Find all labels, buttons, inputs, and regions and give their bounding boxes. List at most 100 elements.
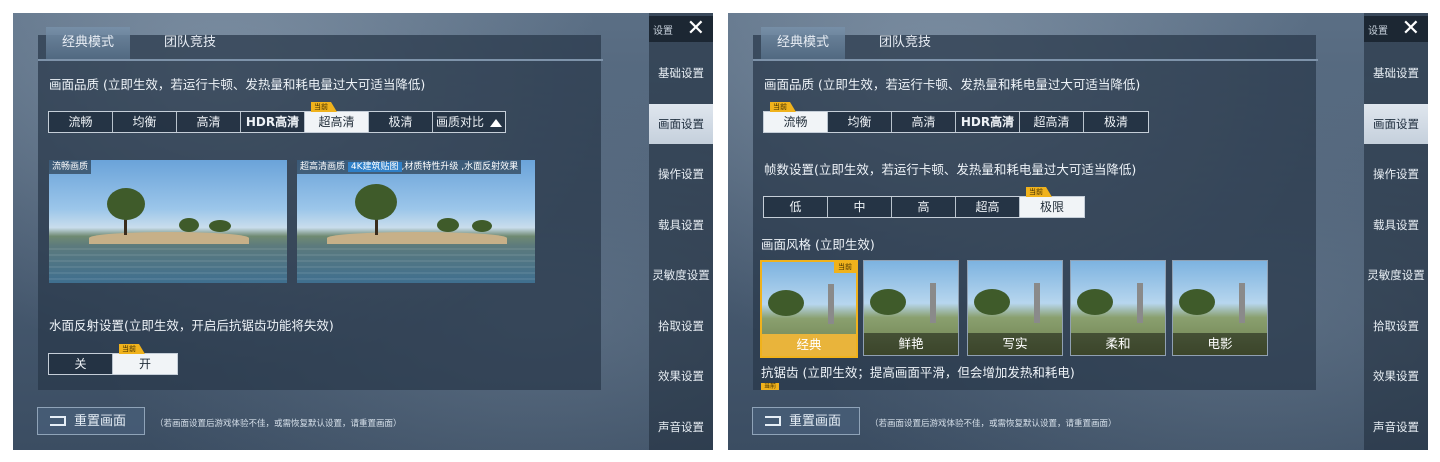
reset-label: 重置画面: [789, 414, 842, 429]
current-badge: 当前: [1026, 187, 1052, 197]
sidebar-item-sensitivity[interactable]: 灵敏度设置: [649, 255, 713, 295]
fps-option-extreme[interactable]: 当前 极限: [1020, 187, 1084, 217]
reset-graphics-button[interactable]: 重置画面: [37, 407, 145, 435]
quality-option-extreme[interactable]: 极清: [1084, 112, 1148, 132]
style-card-vivid[interactable]: 鲜艳: [863, 260, 959, 356]
quality-option-smooth[interactable]: 流畅: [49, 112, 113, 132]
settings-screen-left: 经典模式 团队竞技 画面品质 (立即生效，若运行卡顿、发热量和耗电量过大可适当降…: [13, 13, 713, 450]
quality-segmented-control: 当前 流畅 均衡 高清 HDR高清 超高清 极清: [763, 102, 1149, 133]
fps-option-label: 极限: [1039, 200, 1064, 214]
fps-option-high[interactable]: 高: [892, 197, 956, 217]
quality-option-label: 流畅: [783, 115, 808, 129]
style-name: 经典: [762, 334, 856, 356]
fps-option-medium[interactable]: 中: [828, 197, 892, 217]
preview-caption-highlight: 4K建筑贴图: [347, 162, 402, 172]
sidebar-item-pickup[interactable]: 拾取设置: [1364, 306, 1428, 346]
sidebar-item-basic[interactable]: 基础设置: [649, 53, 713, 93]
water-option-label: 开: [138, 357, 151, 371]
style-card-classic[interactable]: 当前 经典: [760, 260, 858, 358]
settings-sidebar: 设置 ✕ 基础设置 画面设置 操作设置 载具设置 灵敏度设置 拾取设置 效果设置…: [649, 13, 713, 450]
quality-option-balanced[interactable]: 均衡: [828, 112, 892, 132]
settings-label: 设置: [1368, 26, 1388, 37]
reset-note: （若画面设置后游戏体验不佳，或需恢复默认设置，请重置画面）: [155, 419, 402, 429]
settings-sidebar: 设置 ✕ 基础设置 画面设置 操作设置 载具设置 灵敏度设置 拾取设置 效果设置…: [1364, 13, 1428, 450]
sidebar-item-effects[interactable]: 效果设置: [1364, 356, 1428, 396]
triangle-up-icon: [490, 118, 502, 127]
sidebar-item-graphics[interactable]: 画面设置: [649, 104, 713, 144]
quality-option-ultra[interactable]: 当前 超高清: [305, 102, 369, 132]
close-button[interactable]: 设置 ✕: [1364, 16, 1428, 42]
style-name: 鲜艳: [864, 333, 958, 355]
quality-segmented-control: 流畅 均衡 高清 HDR高清 当前 超高清 极清 画质对比: [48, 102, 506, 133]
preview-caption-extra: ,材质特性升级 ,水面反射效果: [401, 162, 519, 172]
close-icon: ✕: [1401, 16, 1420, 41]
sidebar-item-sound[interactable]: 声音设置: [649, 407, 713, 447]
quality-option-extreme[interactable]: 极清: [369, 112, 433, 132]
preview-caption: 流畅画质: [49, 160, 92, 174]
sidebar-item-sound[interactable]: 声音设置: [1364, 407, 1428, 447]
reset-note: （若画面设置后游戏体验不佳，或需恢复默认设置，请重置画面）: [870, 419, 1117, 429]
tab-team[interactable]: 团队竞技: [879, 27, 931, 59]
current-badge: 当前: [761, 383, 780, 390]
quality-compare-label: 画质对比: [435, 115, 484, 129]
reset-label: 重置画面: [74, 414, 127, 429]
sidebar-item-vehicle[interactable]: 载具设置: [1364, 205, 1428, 245]
sidebar-item-graphics[interactable]: 画面设置: [1364, 104, 1428, 144]
quality-option-hdr[interactable]: HDR高清: [956, 112, 1020, 132]
fps-option-ultra[interactable]: 超高: [956, 197, 1020, 217]
quality-option-hd[interactable]: 高清: [892, 112, 956, 132]
close-icon: ✕: [686, 16, 705, 41]
style-name: 电影: [1173, 333, 1267, 355]
current-badge: 当前: [834, 262, 856, 273]
fps-segmented-control: 低 中 高 超高 当前 极限: [763, 187, 1085, 218]
preview-caption: 超高清画质 4K建筑贴图 ,材质特性升级 ,水面反射效果: [297, 160, 522, 174]
style-name: 写实: [968, 333, 1062, 355]
preview-smooth: 流畅画质: [49, 160, 287, 283]
preview-ultra: 超高清画质 4K建筑贴图 ,材质特性升级 ,水面反射效果: [297, 160, 535, 283]
quality-option-ultra[interactable]: 超高清: [1020, 112, 1084, 132]
fps-title: 帧数设置(立即生效，若运行卡顿、发热量和耗电量过大可适当降低): [764, 162, 1137, 177]
tab-classic[interactable]: 经典模式: [46, 27, 131, 59]
mode-tabs: 经典模式 团队竞技: [753, 27, 1318, 61]
style-title: 画面风格 (立即生效): [761, 237, 875, 252]
tree-shape: [355, 184, 397, 220]
quality-title: 画面品质 (立即生效，若运行卡顿、发热量和耗电量过大可适当降低): [764, 77, 1141, 92]
style-name: 柔和: [1071, 333, 1165, 355]
sidebar-item-sensitivity[interactable]: 灵敏度设置: [1364, 255, 1428, 295]
quality-option-smooth[interactable]: 当前 流畅: [764, 102, 828, 132]
sidebar-item-controls[interactable]: 操作设置: [649, 154, 713, 194]
preview-caption-main: 超高清画质: [300, 162, 346, 172]
quality-option-hd[interactable]: 高清: [177, 112, 241, 132]
water-option-on[interactable]: 当前 开: [113, 344, 177, 374]
current-badge: 当前: [770, 102, 796, 112]
settings-screen-right: 经典模式 团队竞技 画面品质 (立即生效，若运行卡顿、发热量和耗电量过大可适当降…: [728, 13, 1428, 450]
quality-option-hdr[interactable]: HDR高清: [241, 112, 305, 132]
reset-graphics-button[interactable]: 重置画面: [752, 407, 860, 435]
tab-classic[interactable]: 经典模式: [761, 27, 846, 59]
style-card-realistic[interactable]: 写实: [967, 260, 1063, 356]
style-card-cinema[interactable]: 电影: [1172, 260, 1268, 356]
sidebar-item-basic[interactable]: 基础设置: [1364, 53, 1428, 93]
sidebar-item-controls[interactable]: 操作设置: [1364, 154, 1428, 194]
current-badge: 当前: [119, 344, 145, 354]
reset-icon: [765, 416, 781, 426]
reset-icon: [50, 416, 66, 426]
water-reflection-toggle: 关 当前 开: [48, 344, 178, 375]
quality-option-label: 超高清: [318, 115, 355, 129]
water-option-off[interactable]: 关: [49, 354, 113, 374]
settings-label: 设置: [653, 26, 673, 37]
quality-title: 画面品质 (立即生效，若运行卡顿、发热量和耗电量过大可适当降低): [49, 77, 426, 92]
style-card-soft[interactable]: 柔和: [1070, 260, 1166, 356]
sidebar-item-pickup[interactable]: 拾取设置: [649, 306, 713, 346]
fps-option-low[interactable]: 低: [764, 197, 828, 217]
close-button[interactable]: 设置 ✕: [649, 16, 713, 42]
tree-shape: [107, 188, 145, 220]
water-reflection-title: 水面反射设置(立即生效，开启后抗锯齿功能将失效): [49, 318, 334, 333]
mode-tabs: 经典模式 团队竞技: [38, 27, 603, 61]
quality-compare-toggle[interactable]: 画质对比: [433, 112, 505, 132]
current-badge: 当前: [311, 102, 337, 112]
quality-option-balanced[interactable]: 均衡: [113, 112, 177, 132]
sidebar-item-vehicle[interactable]: 载具设置: [649, 205, 713, 245]
sidebar-item-effects[interactable]: 效果设置: [649, 356, 713, 396]
tab-team[interactable]: 团队竞技: [164, 27, 216, 59]
